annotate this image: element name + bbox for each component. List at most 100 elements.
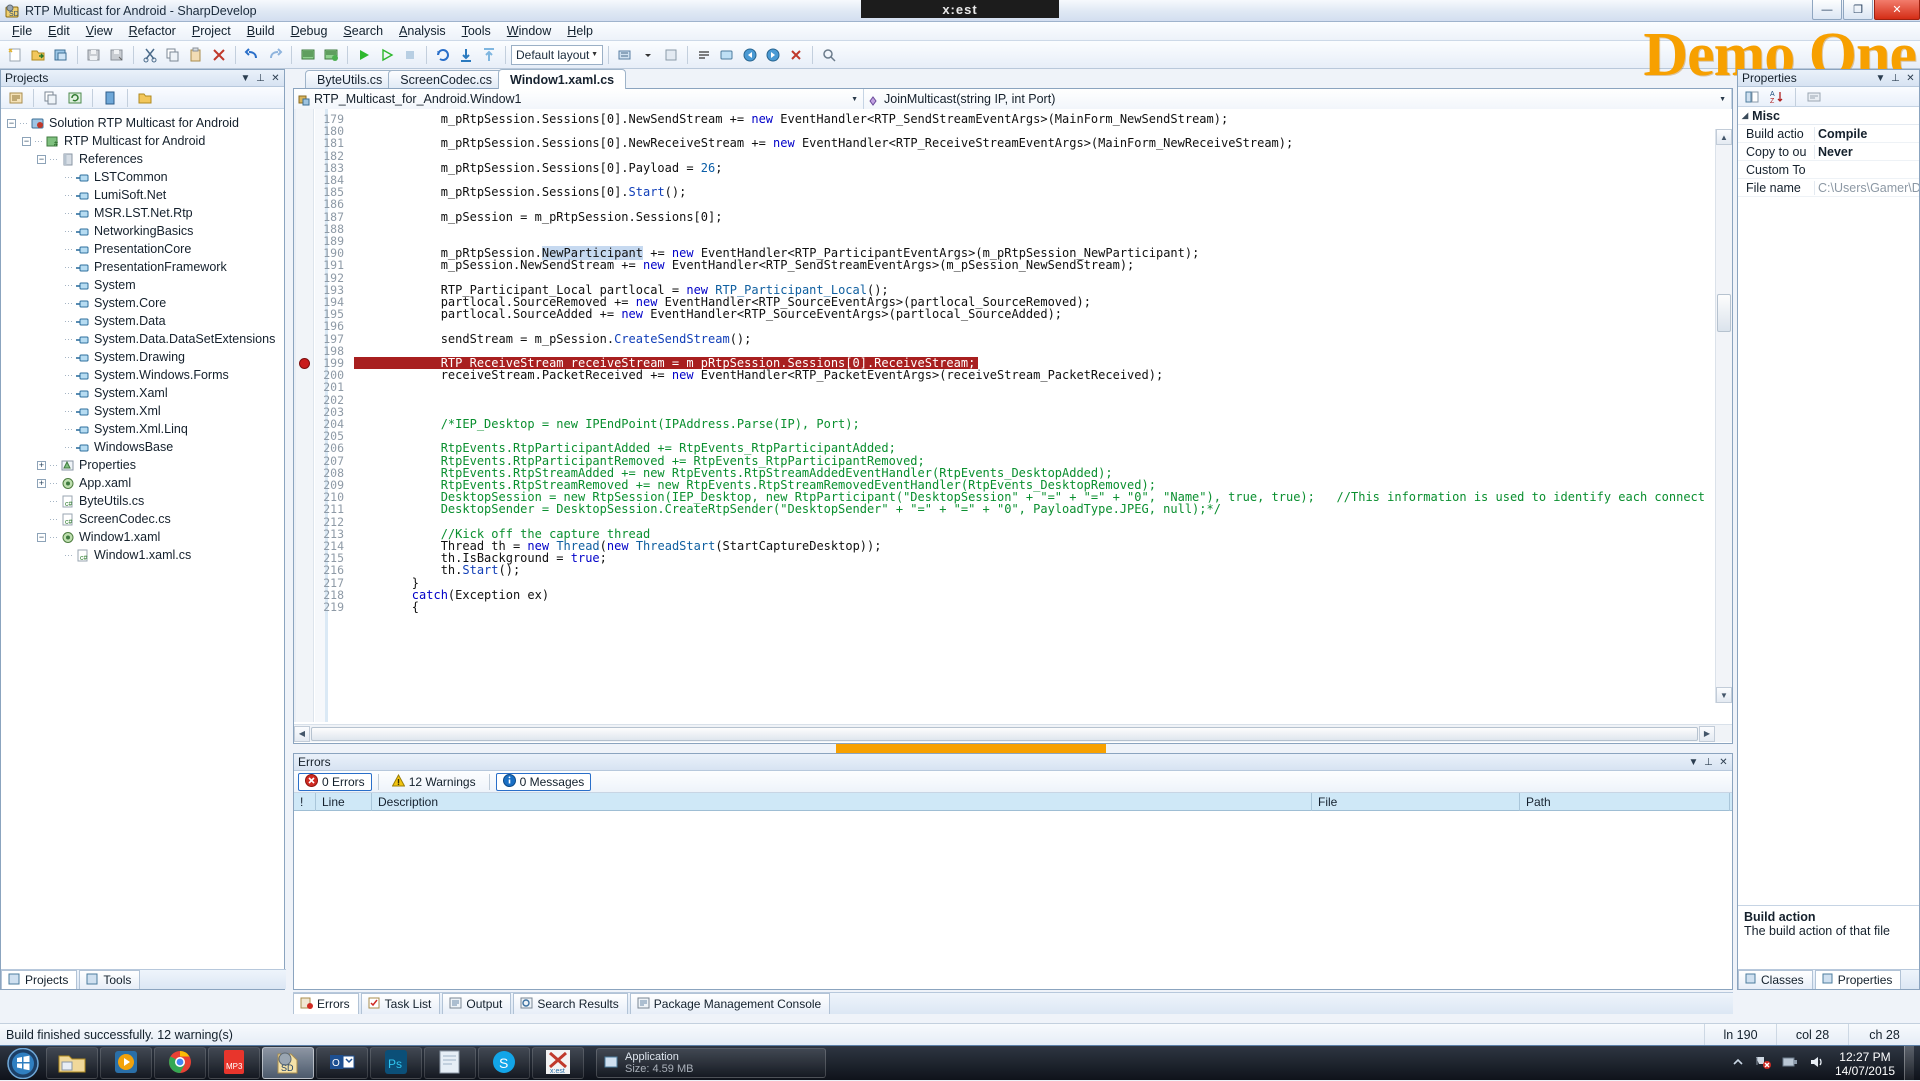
code-line[interactable]: 182	[294, 149, 1732, 161]
tree-item[interactable]: ⋯ WindowsBase	[7, 438, 284, 456]
window-icon[interactable]	[716, 44, 738, 66]
close-icon[interactable]: ✕	[269, 72, 282, 85]
property-row[interactable]: Build actio Compile	[1738, 125, 1919, 143]
scroll-down-button[interactable]: ▼	[1716, 687, 1732, 703]
redo-icon[interactable]	[264, 44, 286, 66]
tree-item[interactable]: ⋯ c# Window1.xaml.cs	[7, 546, 284, 564]
properties-icon[interactable]	[5, 87, 27, 109]
categorized-icon[interactable]	[1741, 86, 1763, 108]
paste-icon[interactable]	[185, 44, 207, 66]
menu-item-debug[interactable]: Debug	[283, 23, 336, 39]
tree-item[interactable]: ⋯ LumiSoft.Net	[7, 186, 284, 204]
property-value[interactable]: Compile	[1814, 126, 1919, 141]
projects-tab-projects[interactable]: Projects	[1, 970, 78, 989]
errors-column-line[interactable]: Line	[316, 793, 372, 811]
code-line[interactable]: 185 m_pRtpSession.Sessions[0].Start();	[294, 186, 1732, 198]
tree-collapse-toggle[interactable]: −	[7, 118, 16, 128]
volume-icon[interactable]	[1808, 1054, 1826, 1073]
taskbar-xest-button[interactable]: x:est	[532, 1047, 584, 1079]
tree-item[interactable]: + ⋯ App.xaml	[7, 474, 284, 492]
network-error-icon[interactable]	[1754, 1054, 1772, 1073]
messages-filter-button[interactable]: 0 Messages	[495, 772, 592, 791]
stop-icon[interactable]	[399, 44, 421, 66]
tree-item[interactable]: ⋯ System	[7, 276, 284, 294]
bookmark-icon[interactable]	[660, 44, 682, 66]
tree-item[interactable]: − ⋯ References	[7, 150, 284, 168]
menu-item-view[interactable]: View	[78, 23, 121, 39]
tree-item[interactable]: ⋯ NetworkingBasics	[7, 222, 284, 240]
code-line[interactable]: 187 m_pSession = m_pRtpSession.Sessions[…	[294, 210, 1732, 222]
run-icon[interactable]	[353, 44, 375, 66]
taskbar-mp3-button[interactable]: MP3	[208, 1047, 260, 1079]
taskbar-clock[interactable]: 12:27 PM 14/07/2015	[1835, 1050, 1895, 1078]
editor-vertical-scrollbar[interactable]: ▲ ▼	[1715, 129, 1732, 703]
tree-collapse-toggle[interactable]: −	[37, 154, 46, 164]
vertical-scroll-thumb[interactable]	[1717, 294, 1731, 332]
chevron-down-icon[interactable]: ▼	[1687, 756, 1700, 769]
cut-icon[interactable]	[139, 44, 161, 66]
code-line[interactable]: 201	[294, 381, 1732, 393]
menu-item-tools[interactable]: Tools	[454, 23, 499, 39]
tree-item[interactable]: ⋯ LSTCommon	[7, 168, 284, 186]
code-line[interactable]: 218 catch(Exception ex)	[294, 589, 1732, 601]
refresh-icon[interactable]	[432, 44, 454, 66]
close-all-icon[interactable]	[785, 44, 807, 66]
errors-grid-body[interactable]	[294, 811, 1732, 986]
menu-item-file[interactable]: File	[4, 23, 40, 39]
menu-item-help[interactable]: Help	[559, 23, 601, 39]
errors-column-description[interactable]: Description	[372, 793, 1312, 811]
flash-drive-icon[interactable]	[1781, 1054, 1799, 1073]
open-file-icon[interactable]	[27, 44, 49, 66]
properties-tab-classes[interactable]: Classes	[1738, 970, 1813, 989]
errors-column-path[interactable]: Path	[1520, 793, 1730, 811]
properties-grid[interactable]: ◢ Misc Build actio Compile Copy to ou Never…	[1738, 107, 1919, 197]
warnings-filter-button[interactable]: 12 Warnings	[385, 773, 483, 791]
tree-item[interactable]: + ⋯ Properties	[7, 456, 284, 474]
search-icon[interactable]	[818, 44, 840, 66]
build-icon[interactable]	[297, 44, 319, 66]
editor-horizontal-scrollbar[interactable]: ◀ ▶	[294, 724, 1732, 742]
property-value[interactable]: Never	[1814, 144, 1919, 159]
document-tab-screencodec-cs[interactable]: ScreenCodec.cs	[388, 70, 505, 89]
tree-item[interactable]: ⋯ System.Data	[7, 312, 284, 330]
code-area[interactable]: 179 m_pRtpSession.Sessions[0].NewSendStr…	[294, 109, 1732, 722]
start-orb-icon[interactable]	[2, 1047, 44, 1080]
close-icon[interactable]: ✕	[1904, 72, 1917, 85]
code-line[interactable]: 186	[294, 198, 1732, 210]
refresh-icon[interactable]	[64, 87, 86, 109]
property-row[interactable]: File name C:\Users\Gamer\D	[1738, 179, 1919, 197]
chevron-down-icon[interactable]: ▼	[1874, 72, 1887, 85]
errors-column-[interactable]: !	[294, 793, 316, 811]
code-line[interactable]: 217 }	[294, 576, 1732, 588]
taskbar-notepad-button[interactable]	[424, 1047, 476, 1079]
save-as-icon[interactable]	[106, 44, 128, 66]
property-pages-icon[interactable]	[1803, 86, 1825, 108]
pin-icon[interactable]: ⊥	[254, 72, 267, 85]
show-all-files-icon[interactable]	[99, 87, 121, 109]
expander-icon[interactable]: ◢	[1742, 111, 1748, 120]
tree-item[interactable]: − ⋯ Window1.xaml	[7, 528, 284, 546]
code-line[interactable]: 219 {	[294, 601, 1732, 613]
run-nodebug-icon[interactable]	[376, 44, 398, 66]
document-tab-window1-xaml-cs[interactable]: Window1.xaml.cs	[498, 69, 627, 89]
menu-item-build[interactable]: Build	[239, 23, 283, 39]
property-value[interactable]: C:\Users\Gamer\D	[1814, 180, 1919, 195]
code-line[interactable]: 188	[294, 223, 1732, 235]
code-line[interactable]: 183 m_pRtpSession.Sessions[0].Payload = …	[294, 162, 1732, 174]
taskbar-media-player-button[interactable]	[100, 1047, 152, 1079]
member-combo[interactable]: JoinMulticast(string IP, int Port) ▼	[864, 89, 1732, 109]
tree-item[interactable]: ⋯ System.Drawing	[7, 348, 284, 366]
sort-alphabetical-icon[interactable]: AZ	[1766, 86, 1788, 108]
close-icon[interactable]: ✕	[1717, 756, 1730, 769]
save-all-icon[interactable]	[50, 44, 72, 66]
tree-item[interactable]: ⋯ System.Windows.Forms	[7, 366, 284, 384]
code-line[interactable]: 179 m_pRtpSession.Sessions[0].NewSendStr…	[294, 113, 1732, 125]
copy-icon[interactable]	[40, 87, 62, 109]
menu-item-project[interactable]: Project	[184, 23, 239, 39]
nav-forward-icon[interactable]	[762, 44, 784, 66]
code-line[interactable]: 196	[294, 320, 1732, 332]
tree-item[interactable]: ⋯ System.Core	[7, 294, 284, 312]
tree-item[interactable]: ⋯ c# ByteUtils.cs	[7, 492, 284, 510]
taskbar-explorer-button[interactable]	[46, 1047, 98, 1079]
project-tree[interactable]: − ⋯ Solution RTP Multicast for Android − ⋯ # R…	[1, 109, 284, 967]
